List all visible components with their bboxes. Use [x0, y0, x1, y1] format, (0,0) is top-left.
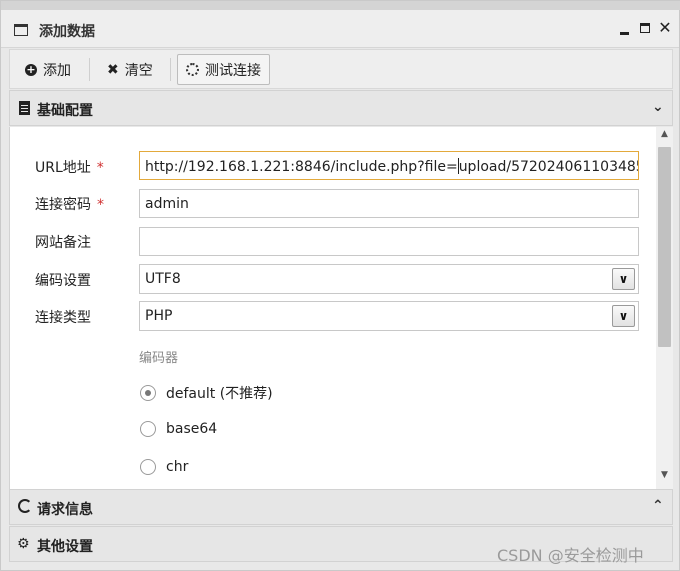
minimize-button[interactable]: [617, 19, 633, 37]
scroll-up-arrow-icon[interactable]: ▲: [656, 129, 673, 145]
window-icon: [14, 24, 28, 36]
toolbar-divider: [89, 58, 90, 81]
encoder-option-chr[interactable]: chr: [140, 459, 188, 475]
type-value: PHP: [145, 308, 173, 324]
required-mark: *: [96, 160, 104, 176]
plus-circle-icon: +: [25, 62, 37, 76]
note-input[interactable]: [139, 227, 639, 256]
clear-button[interactable]: ✖ 清空: [98, 54, 162, 85]
chevron-up-icon[interactable]: ⌃: [652, 498, 664, 514]
add-button-label: 添加: [43, 62, 71, 79]
refresh-icon: [18, 499, 32, 513]
encoder-option-label: base64: [166, 421, 218, 437]
add-button[interactable]: + 添加: [16, 54, 80, 85]
url-value-end: upload/5720240611034850.g: [458, 159, 638, 175]
chevron-down-icon[interactable]: ⌄: [652, 99, 664, 115]
spinner-icon: [186, 63, 199, 76]
note-label: 网站备注: [35, 235, 91, 251]
encoder-label: 编码器: [139, 351, 179, 366]
url-value-start: http://192.168.1.221:8846/include.php?fi…: [145, 159, 458, 175]
request-info-header[interactable]: 请求信息 ⌃: [9, 489, 673, 525]
encoding-value: UTF8: [145, 271, 181, 287]
vertical-scrollbar[interactable]: ▲ ▼: [656, 127, 673, 489]
basic-config-body: URL地址 * http://192.168.1.221:8846/include…: [9, 127, 673, 489]
toolbar-divider: [170, 58, 171, 81]
maximize-button[interactable]: [637, 19, 653, 37]
encoder-option-label: default (不推荐): [166, 386, 273, 402]
basic-config-header[interactable]: 基础配置 ⌄: [9, 90, 673, 126]
encoding-select[interactable]: UTF8 ∨: [139, 264, 639, 294]
gears-icon: ⚙: [17, 536, 30, 552]
close-button[interactable]: ✕: [657, 19, 673, 37]
type-label: 连接类型: [35, 310, 91, 326]
radio-button[interactable]: [140, 459, 156, 475]
chevron-down-icon[interactable]: ∨: [612, 268, 635, 290]
type-select[interactable]: PHP ∨: [139, 301, 639, 331]
document-icon: [19, 101, 30, 115]
radio-button[interactable]: [140, 421, 156, 437]
test-connection-button[interactable]: 测试连接: [177, 54, 270, 85]
clear-button-label: 清空: [124, 62, 153, 79]
test-connection-label: 测试连接: [205, 62, 261, 79]
required-mark: *: [97, 197, 104, 213]
url-input[interactable]: http://192.168.1.221:8846/include.php?fi…: [139, 151, 639, 180]
encoder-option-default[interactable]: default (不推荐): [140, 383, 273, 403]
encoder-option-label: chr: [166, 459, 189, 475]
chevron-down-icon[interactable]: ∨: [612, 305, 635, 327]
request-info-title: 请求信息: [37, 502, 93, 518]
maximize-icon: [640, 23, 650, 33]
title-bar[interactable]: 添加数据 ✕: [1, 10, 679, 48]
watermark: CSDN @安全检测中: [497, 546, 644, 565]
add-data-window: 添加数据 ✕ + 添加 ✖ 清空 测试连接 基础配置 ⌄ URL地址 * http…: [0, 0, 680, 571]
url-label-text: URL地址: [35, 160, 91, 176]
x-icon: ✖: [107, 61, 119, 78]
scroll-thumb[interactable]: [658, 147, 671, 347]
encoder-option-base64[interactable]: base64: [140, 421, 217, 437]
radio-button[interactable]: [140, 385, 156, 401]
password-input[interactable]: admin: [139, 189, 639, 218]
other-settings-title: 其他设置: [37, 539, 93, 555]
top-strip: [1, 1, 680, 10]
url-label: URL地址 *: [35, 157, 104, 177]
basic-config-title: 基础配置: [37, 103, 93, 119]
password-label: 连接密码 *: [35, 194, 104, 214]
toolbar: + 添加 ✖ 清空 测试连接: [9, 49, 673, 89]
minimize-icon: [620, 32, 629, 35]
scroll-down-arrow-icon[interactable]: ▼: [656, 470, 673, 486]
window-title: 添加数据: [39, 24, 95, 40]
encoding-label: 编码设置: [35, 273, 91, 289]
password-label-text: 连接密码: [35, 197, 91, 213]
